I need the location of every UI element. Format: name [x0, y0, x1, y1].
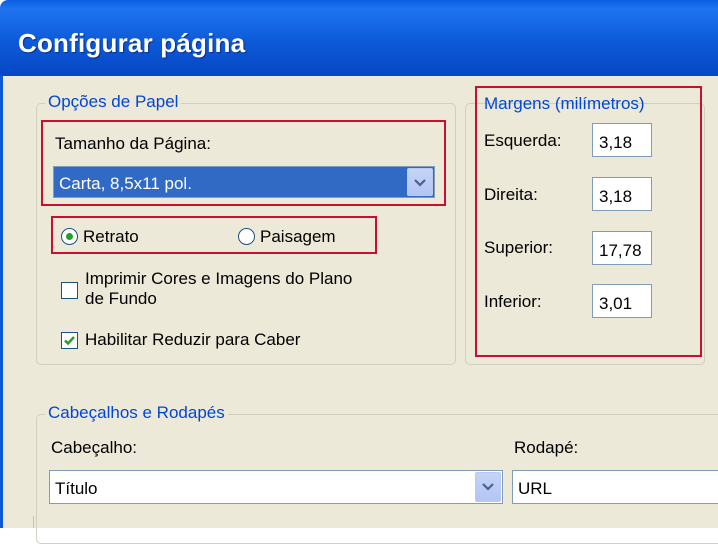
- margin-bottom-input[interactable]: 3,01: [592, 284, 652, 318]
- margin-bottom-label: Inferior:: [484, 292, 542, 311]
- margin-right-input[interactable]: 3,18: [592, 177, 652, 211]
- page-size-value: Carta, 8,5x11 pol.: [59, 174, 192, 193]
- margin-top-input[interactable]: 17,78: [592, 231, 652, 265]
- landscape-radio[interactable]: [238, 228, 255, 245]
- footer-label: Rodapé:: [514, 438, 579, 457]
- print-background-label-1[interactable]: Imprimir Cores e Imagens do Plano: [85, 269, 352, 289]
- footer-value: URL: [518, 479, 553, 498]
- margin-bottom-value: 3,01: [599, 294, 633, 313]
- chevron-down-icon: [414, 179, 426, 187]
- landscape-label[interactable]: Paisagem: [260, 227, 336, 247]
- paper-options-legend: Opções de Papel: [45, 92, 182, 112]
- margin-right-label: Direita:: [484, 185, 538, 204]
- margin-left-label: Esquerda:: [484, 131, 562, 150]
- header-label: Cabeçalho:: [51, 438, 138, 457]
- header-value: Título: [55, 479, 98, 498]
- margin-right-value: 3,18: [599, 187, 633, 206]
- dialog-edge: [33, 516, 34, 528]
- portrait-label[interactable]: Retrato: [83, 227, 139, 247]
- portrait-radio[interactable]: [61, 228, 78, 245]
- margins-highlight: [475, 86, 702, 357]
- margins-legend: Margens (milímetros): [484, 94, 645, 113]
- page-size-label: Tamanho da Página:: [55, 134, 211, 153]
- margin-top-label: Superior:: [484, 238, 553, 257]
- page-size-select[interactable]: Carta, 8,5x11 pol.: [53, 166, 435, 198]
- margin-top-value: 17,78: [599, 241, 642, 260]
- shrink-to-fit-checkbox[interactable]: [61, 332, 78, 349]
- print-background-label-2[interactable]: de Fundo: [85, 289, 157, 309]
- margin-left-input[interactable]: 3,18: [592, 123, 652, 157]
- print-background-checkbox[interactable]: [61, 282, 78, 299]
- page-size-dropdown-button[interactable]: [407, 168, 433, 196]
- footer-select[interactable]: URL: [512, 470, 718, 504]
- dialog-title: Configurar página: [18, 28, 246, 58]
- margin-left-value: 3,18: [599, 133, 633, 152]
- header-dropdown-button[interactable]: [475, 472, 501, 502]
- radio-selected-dot: [66, 233, 73, 240]
- headers-footers-legend: Cabeçalhos e Rodapés: [45, 403, 228, 423]
- dialog-body: Opções de Papel Tamanho da Página: Carta…: [0, 76, 718, 544]
- chevron-down-icon: [482, 483, 494, 491]
- shrink-to-fit-label[interactable]: Habilitar Reduzir para Caber: [85, 330, 300, 350]
- checkmark-icon: [64, 336, 75, 346]
- title-bar[interactable]: Configurar página: [0, 0, 718, 76]
- header-select[interactable]: Título: [49, 470, 503, 504]
